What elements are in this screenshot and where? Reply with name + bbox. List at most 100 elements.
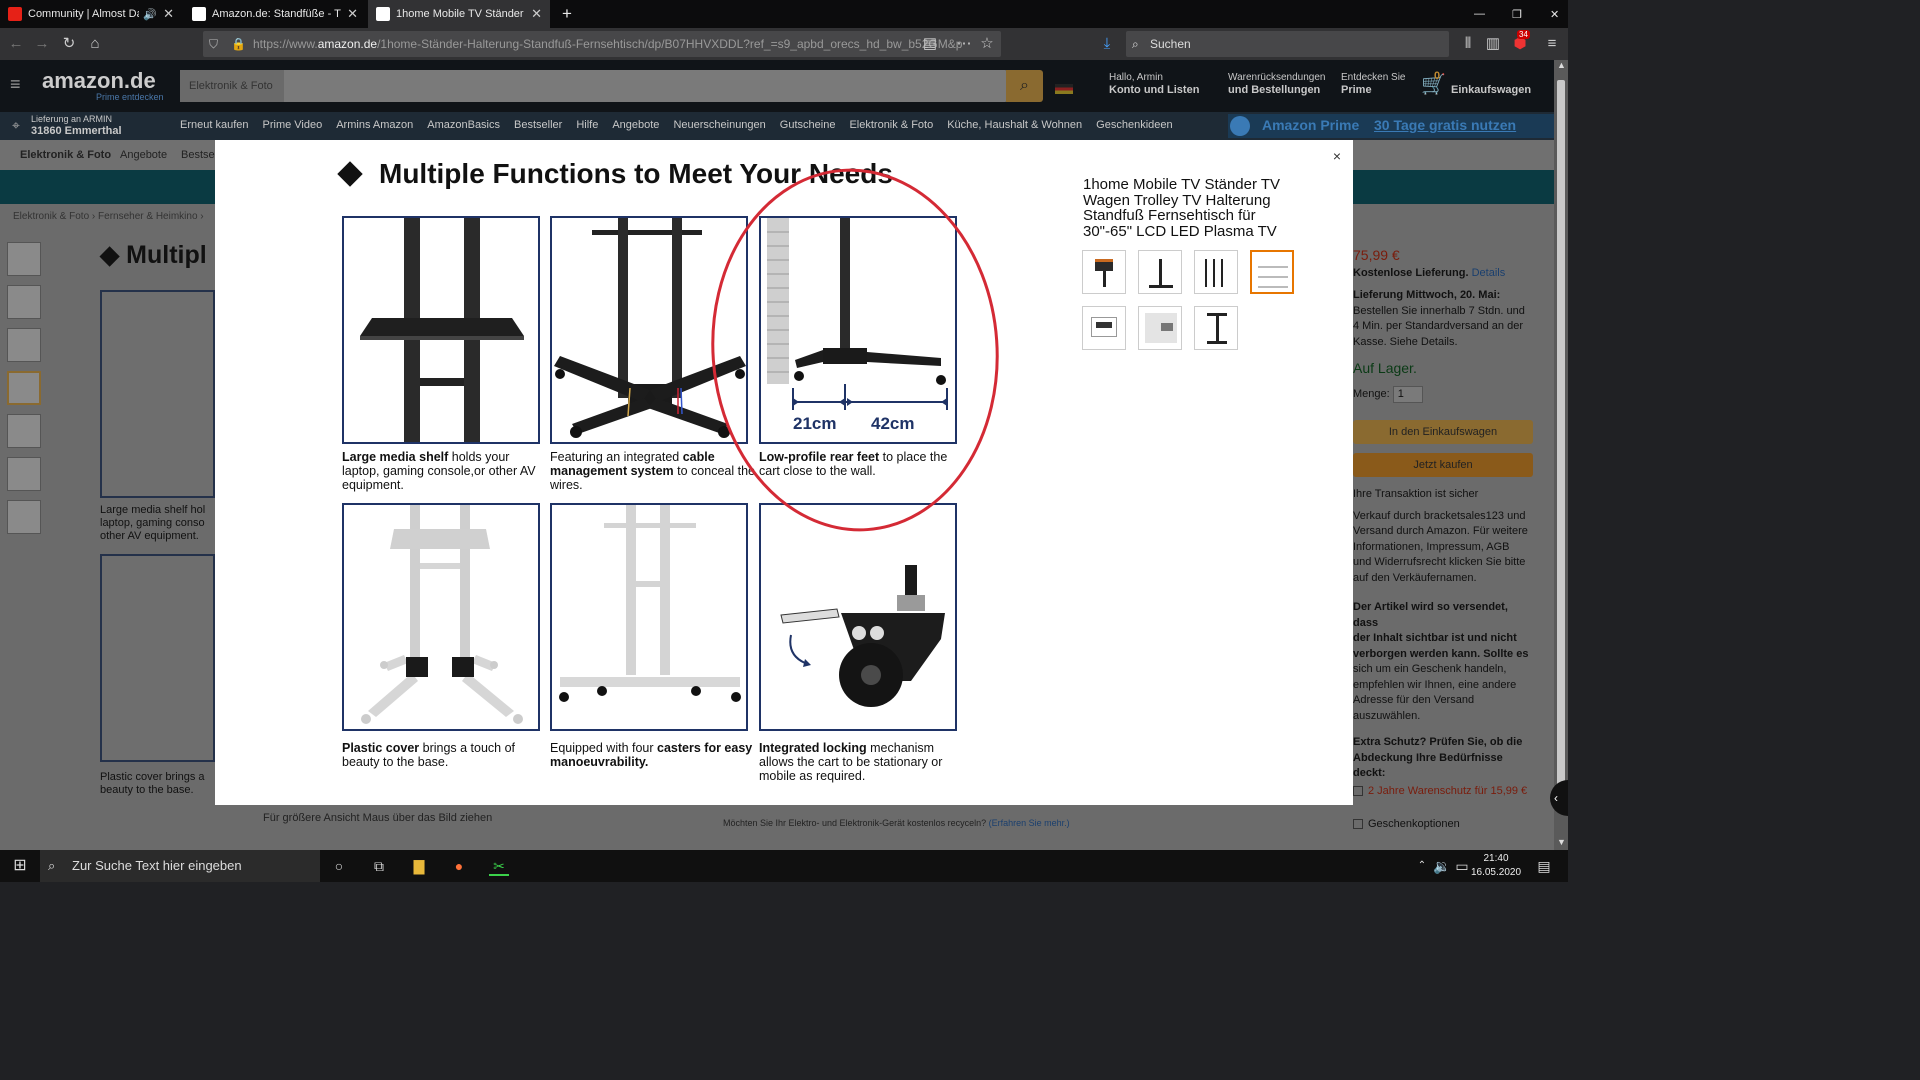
bg-thumb[interactable] (7, 457, 41, 491)
lightbox-thumb-6[interactable] (1138, 306, 1182, 350)
secure-transaction[interactable]: Ihre Transaktion ist sicher (1353, 487, 1533, 503)
browser-tab-1home[interactable]: 1home Mobile TV Ständer TV W ✕ (368, 0, 550, 28)
nav-item[interactable]: Armins Amazon (336, 119, 413, 131)
bg-thumb[interactable] (7, 414, 41, 448)
lightbox-thumb-5[interactable] (1082, 306, 1126, 350)
subnav-item-electronics[interactable]: Elektronik & Foto (20, 149, 111, 161)
deliver-to-link[interactable]: 31860 Emmerthal (31, 125, 122, 137)
account-lists-link[interactable]: Konto und Listen (1109, 84, 1199, 96)
order-within-line: 4 Min. per Standardversand an der (1353, 320, 1523, 332)
back-icon[interactable]: ← (6, 34, 26, 54)
reload-icon[interactable]: ↻ (59, 34, 79, 54)
recycle-link[interactable]: (Erfahren Sie mehr.) (989, 818, 1070, 828)
nav-item[interactable]: Küche, Haushalt & Wohnen (947, 119, 1082, 131)
nav-item[interactable]: Angebote (612, 119, 659, 131)
url-bar[interactable]: ⛉ 🔒 https://www.amazon.de/1home-Ständer-… (203, 31, 1001, 57)
notification-icon[interactable]: ▤ (1534, 856, 1554, 876)
subnav-item-bestseller[interactable]: Bestsel (181, 149, 217, 161)
lightbox-thumb-2[interactable] (1138, 250, 1182, 294)
youtube-icon (8, 7, 22, 21)
search-icon[interactable]: ⌕ (1006, 70, 1043, 102)
reader-view-icon[interactable]: ▤ (920, 34, 940, 54)
cortana-icon[interactable]: ○ (329, 856, 349, 876)
qty-label: Menge: (1353, 387, 1390, 400)
tray-chevron-icon[interactable]: ⌃ (1412, 856, 1432, 876)
search-category-select[interactable]: Elektronik & Foto (180, 70, 284, 102)
browser-tab-community[interactable]: Community | Almost Daily 🔊 ✕ (0, 0, 182, 28)
shield-icon[interactable]: ⛉ (209, 31, 218, 57)
sidebar-icon[interactable]: ▥ (1483, 34, 1503, 54)
buy-now-button[interactable]: Jetzt kaufen (1353, 453, 1533, 477)
speaker-icon[interactable]: 🔊 (143, 8, 157, 21)
lightbox-thumb-7[interactable] (1194, 306, 1238, 350)
nav-item[interactable]: Elektronik & Foto (849, 119, 933, 131)
page-scrollbar[interactable]: ▲ ▼ (1554, 60, 1568, 850)
bg-thumb[interactable] (7, 500, 41, 534)
nav-item[interactable]: Hilfe (576, 119, 598, 131)
volume-icon[interactable]: 🔉 (1432, 856, 1452, 876)
germany-flag-icon[interactable] (1055, 84, 1073, 94)
prime-link[interactable]: Prime (1341, 84, 1372, 96)
close-tab-icon[interactable]: ✕ (531, 6, 542, 22)
prime-banner[interactable]: Amazon Prime 30 Tage gratis nutzen (1228, 114, 1554, 138)
subnav-item-deals[interactable]: Angebote (120, 149, 167, 161)
nav-item[interactable]: Neuerscheinungen (673, 119, 765, 131)
scroll-down-icon[interactable]: ▼ (1557, 837, 1566, 847)
nav-item[interactable]: Gutscheine (780, 119, 836, 131)
cart-link[interactable]: Einkaufswagen (1451, 84, 1531, 96)
details-link[interactable]: Details (1472, 267, 1506, 279)
add-to-cart-button[interactable]: In den Einkaufswagen (1353, 420, 1533, 444)
windows-start-icon[interactable]: ⊞ (10, 856, 30, 876)
nav-item[interactable]: Geschenkideen (1096, 119, 1172, 131)
nav-item[interactable]: Prime Video (263, 119, 323, 131)
bg-thumb[interactable] (7, 285, 41, 319)
breadcrumb[interactable]: Elektronik & Foto › Fernseher & Heimkino… (13, 211, 204, 222)
hamburger-icon[interactable]: ≡ (10, 74, 21, 95)
lightbox-close-button[interactable]: × (1329, 148, 1345, 164)
gift-checkbox[interactable] (1353, 819, 1363, 830)
menu-icon[interactable]: ≡ (1542, 34, 1562, 54)
clock[interactable]: 21:40 16.05.2020 (1470, 852, 1522, 880)
network-icon[interactable]: ▭ (1452, 856, 1472, 876)
stand-thumb-icon (1216, 315, 1219, 341)
amazon-logo[interactable]: amazon.de (42, 68, 156, 94)
restore-icon[interactable]: ❐ (1504, 0, 1524, 28)
gift-option[interactable]: Geschenkoptionen (1353, 817, 1533, 833)
lightbox-thumb-4[interactable] (1250, 250, 1294, 294)
home-icon[interactable]: ⌂ (85, 34, 105, 54)
firefox-icon[interactable]: ● (449, 856, 469, 876)
bg-thumb[interactable] (7, 242, 41, 276)
forward-icon[interactable]: → (32, 34, 52, 54)
nav-item[interactable]: AmazonBasics (427, 119, 500, 131)
returns-orders-link[interactable]: und Bestellungen (1228, 84, 1320, 96)
library-icon[interactable]: ⫴ (1458, 34, 1478, 54)
quantity-select[interactable]: 1 (1392, 385, 1423, 403)
file-explorer-icon[interactable]: ▇ (409, 856, 429, 876)
lightbox-thumb-1[interactable] (1082, 250, 1126, 294)
window-close-icon[interactable]: ✕ (1542, 0, 1562, 28)
lightbox-thumb-3[interactable] (1194, 250, 1238, 294)
minimize-icon[interactable]: — (1466, 0, 1486, 28)
task-view-icon[interactable]: ⧉ (369, 856, 389, 876)
prime-tag[interactable]: Prime entdecken (96, 92, 164, 102)
nav-item[interactable]: Erneut kaufen (180, 119, 249, 131)
download-icon[interactable]: ⤓ (1097, 34, 1117, 54)
nav-item[interactable]: Bestseller (514, 119, 562, 131)
bg-thumb[interactable] (7, 371, 41, 405)
bg-thumb[interactable] (7, 328, 41, 362)
scroll-up-icon[interactable]: ▲ (1557, 60, 1566, 70)
browser-search-input[interactable]: ⌕ Suchen (1126, 31, 1449, 57)
new-tab-icon[interactable]: + (554, 0, 578, 28)
page-actions-icon[interactable]: ⋯ (954, 34, 974, 54)
tab-title: Community | Almost Daily (28, 8, 139, 20)
close-tab-icon[interactable]: ✕ (163, 6, 174, 22)
warranty-checkbox[interactable] (1353, 785, 1363, 796)
browser-tab-amazon-standfuesse[interactable]: Amazon.de: Standfüße - TV-Ha ✕ (184, 0, 366, 28)
close-tab-icon[interactable]: ✕ (347, 6, 358, 22)
greenshot-icon[interactable]: ✂ (489, 856, 509, 876)
amazon-search-input[interactable]: Elektronik & Foto (180, 70, 1008, 102)
taskbar-search-input[interactable]: ⌕ Zur Suche Text hier eingeben (40, 850, 320, 882)
warranty-option[interactable]: 2 Jahre Warenschutz für 15,99 € (1353, 784, 1533, 800)
scroll-thumb[interactable] (1557, 80, 1565, 790)
bookmark-star-icon[interactable]: ☆ (977, 34, 997, 54)
